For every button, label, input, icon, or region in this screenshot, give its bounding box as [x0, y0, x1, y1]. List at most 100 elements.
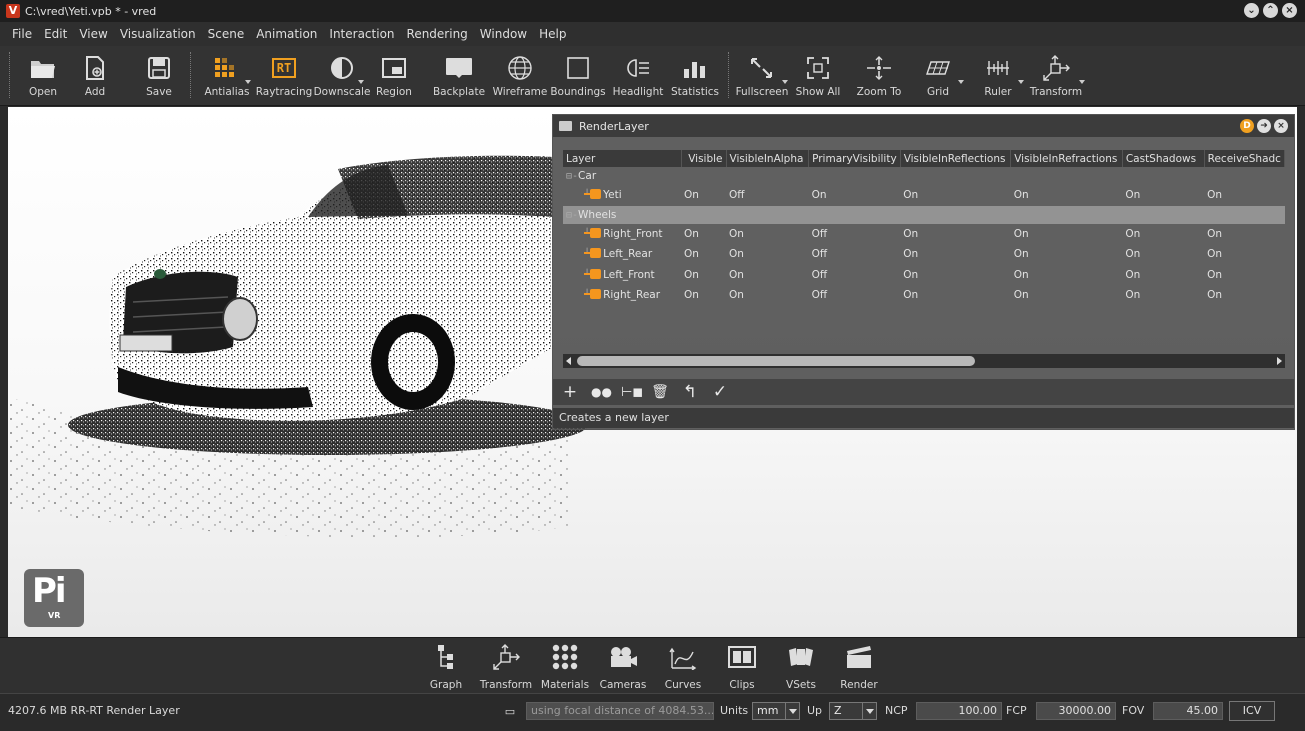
transform-module-button[interactable]: Transform [480, 642, 532, 691]
cell-value[interactable]: On [1122, 224, 1204, 245]
boundings-button[interactable]: Boundings [550, 46, 606, 106]
transform-dropdown-icon[interactable] [1079, 80, 1085, 84]
menu-help[interactable]: Help [533, 22, 572, 46]
raytracing-button[interactable]: RT Raytracing [255, 46, 313, 106]
cell-value[interactable]: On [681, 224, 726, 245]
maximize-icon[interactable]: ⌃ [1263, 3, 1278, 18]
curves-button[interactable]: Curves [662, 642, 704, 691]
downscale-dropdown-icon[interactable] [358, 80, 364, 84]
menu-edit[interactable]: Edit [38, 22, 73, 46]
materials-button[interactable]: Materials [540, 642, 590, 691]
cell-value[interactable]: On [1204, 185, 1284, 206]
show-all-button[interactable]: Show All [796, 46, 840, 106]
table-row[interactable]: └ Right_Front On On Off On On On On [563, 224, 1285, 245]
cell-value[interactable]: Off [809, 244, 901, 265]
cell-value[interactable]: On [1011, 224, 1123, 245]
save-button[interactable]: Save [143, 46, 175, 106]
collapse-icon[interactable]: ⊟- [566, 171, 578, 182]
menu-visualization[interactable]: Visualization [114, 22, 202, 46]
cell-value[interactable]: Off [809, 265, 901, 286]
cell-value[interactable]: On [900, 285, 1011, 306]
menu-animation[interactable]: Animation [250, 22, 323, 46]
cell-value[interactable]: On [1204, 244, 1284, 265]
close-icon[interactable]: × [1282, 3, 1297, 18]
cell-value[interactable]: On [726, 285, 809, 306]
scrollbar-thumb[interactable] [577, 356, 975, 366]
table-row[interactable]: └ Right_Rear On On Off On On On On [563, 285, 1285, 306]
undo-icon[interactable]: ↰ [681, 382, 699, 402]
statistics-button[interactable]: Statistics [669, 46, 721, 106]
menu-scene[interactable]: Scene [202, 22, 251, 46]
cell-value[interactable]: Off [809, 285, 901, 306]
menu-interaction[interactable]: Interaction [323, 22, 400, 46]
render-layer-titlebar[interactable]: RenderLayer D ➜ × [553, 115, 1294, 137]
collapse-icon[interactable]: ⊟- [566, 210, 578, 221]
cell-value[interactable]: On [1204, 224, 1284, 245]
cell-value[interactable]: On [726, 265, 809, 286]
terminal-icon[interactable]: ▭ [500, 703, 520, 719]
col-visible-in-refractions[interactable]: VisibleInRefractions [1010, 150, 1123, 167]
cameras-button[interactable]: Cameras [600, 642, 646, 691]
antialias-dropdown-icon[interactable] [245, 80, 251, 84]
apply-check-icon[interactable]: ✓ [711, 382, 729, 402]
minimize-icon[interactable]: ⌄ [1244, 3, 1259, 18]
cell-value[interactable]: On [681, 244, 726, 265]
focal-distance-field[interactable]: using focal distance of 4084.53... [526, 702, 714, 720]
col-primary-visibility[interactable]: PrimaryVisibility [808, 150, 901, 167]
table-row[interactable]: └ Left_Rear On On Off On On On On [563, 244, 1285, 265]
close-icon[interactable]: × [1274, 119, 1288, 133]
cell-value[interactable]: On [1204, 265, 1284, 286]
col-visible[interactable]: Visible [681, 150, 727, 167]
ruler-dropdown-icon[interactable] [1018, 80, 1024, 84]
headlight-button[interactable]: Headlight [611, 46, 665, 106]
group-row[interactable]: ⊟-Car [563, 167, 1285, 185]
fullscreen-dropdown-icon[interactable] [782, 80, 788, 84]
scroll-right-icon[interactable] [1277, 357, 1282, 365]
cell-value[interactable]: On [900, 244, 1011, 265]
icv-button[interactable]: ICV [1229, 701, 1275, 721]
cell-value[interactable]: On [809, 185, 901, 206]
cell-value[interactable]: On [1011, 265, 1123, 286]
open-button[interactable]: Open [24, 46, 62, 106]
downscale-button[interactable]: Downscale [313, 46, 371, 106]
wireframe-button[interactable]: Wireframe [492, 46, 548, 106]
horizontal-scrollbar[interactable] [563, 354, 1285, 368]
cell-value[interactable]: On [726, 244, 809, 265]
dock-icon[interactable]: D [1240, 119, 1254, 133]
cell-value[interactable]: On [1122, 285, 1204, 306]
cell-value[interactable]: On [1011, 185, 1123, 206]
vsets-button[interactable]: VSets [785, 642, 817, 691]
cell-value[interactable]: On [900, 224, 1011, 245]
cell-value[interactable]: Off [726, 185, 809, 206]
table-row[interactable]: └ Left_Front On On Off On On On On [563, 265, 1285, 286]
cell-value[interactable]: On [1011, 244, 1123, 265]
graph-button[interactable]: Graph [430, 642, 462, 691]
cell-value[interactable]: On [1122, 185, 1204, 206]
cell-value[interactable]: On [1204, 285, 1284, 306]
cell-value[interactable]: Off [809, 224, 901, 245]
cell-value[interactable]: On [1122, 265, 1204, 286]
col-receive-shadows[interactable]: ReceiveShadc [1204, 150, 1285, 167]
cell-value[interactable]: On [681, 185, 726, 206]
col-visible-in-reflections[interactable]: VisibleInReflections [900, 150, 1012, 167]
fullscreen-button[interactable]: Fullscreen [733, 46, 791, 106]
cell-value[interactable]: On [1122, 244, 1204, 265]
col-cast-shadows[interactable]: CastShadows [1122, 150, 1205, 167]
delete-icon[interactable]: 🗑 [651, 384, 669, 400]
render-button[interactable]: Render [840, 642, 878, 691]
float-icon[interactable]: ➜ [1257, 119, 1271, 133]
table-row[interactable]: └ Yeti On Off On On On On On [563, 185, 1285, 206]
add-layer-icon[interactable]: + [561, 382, 579, 402]
fov-input[interactable]: 45.00 [1153, 702, 1223, 720]
region-button[interactable]: Region [374, 46, 414, 106]
cell-value[interactable]: On [1011, 285, 1123, 306]
grid-button[interactable]: Grid [918, 46, 964, 106]
backplate-button[interactable]: Backplate [433, 46, 485, 106]
add-button[interactable]: Add [80, 46, 110, 106]
grid-dropdown-icon[interactable] [958, 80, 964, 84]
add-selected-nodes-icon[interactable]: ⊢◼ [621, 385, 643, 400]
scroll-left-icon[interactable] [566, 357, 571, 365]
transform-button[interactable]: Transform [1027, 46, 1085, 106]
ruler-button[interactable]: Ruler [978, 46, 1024, 106]
units-select[interactable]: mm [752, 702, 800, 720]
